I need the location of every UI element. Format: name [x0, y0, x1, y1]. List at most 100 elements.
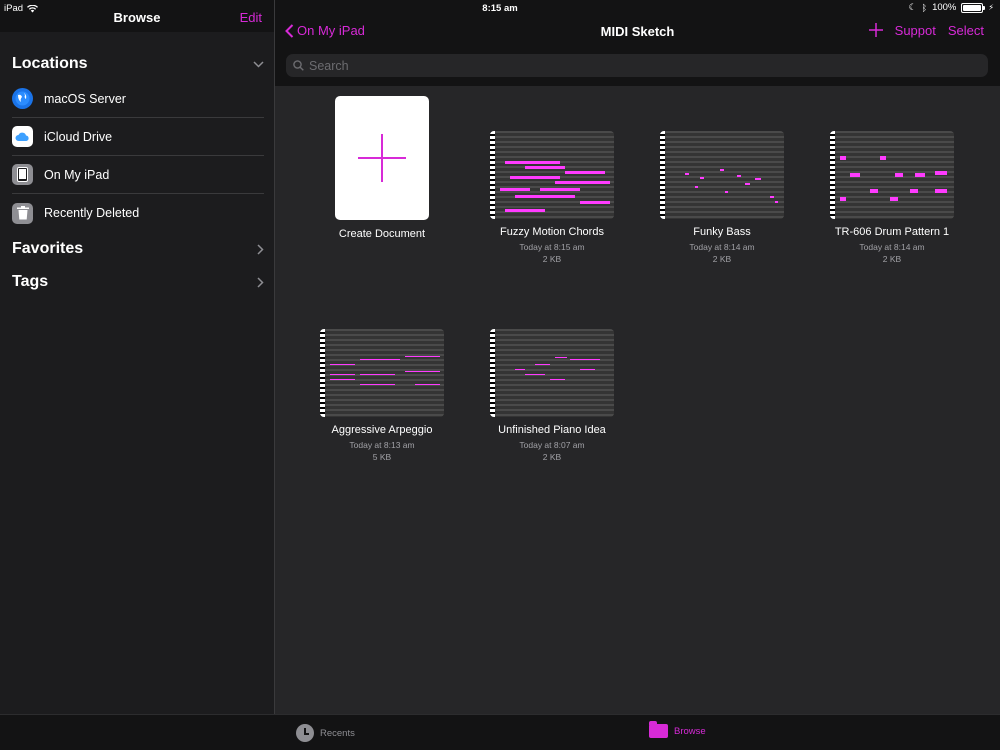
midi-note: [330, 374, 355, 375]
select-button[interactable]: Select: [948, 23, 984, 38]
midi-note: [935, 171, 947, 175]
clock-time: 8:15 am: [482, 3, 518, 14]
document-meta: Today at 8:15 am 2 KB: [477, 241, 627, 265]
midi-note: [590, 359, 600, 360]
midi-note: [555, 181, 610, 184]
document-size: 2 KB: [712, 254, 732, 264]
sidebar-item-label: iCloud Drive: [44, 129, 113, 144]
document-title: Unfinished Piano Idea: [498, 424, 606, 436]
midi-note: [840, 156, 846, 160]
document-title: TR-606 Drum Pattern 1: [834, 226, 950, 238]
moon-icon: ☾: [908, 2, 917, 12]
tab-bar: Recents Browse: [0, 714, 1000, 750]
document-date: Today at 8:14 am: [689, 242, 755, 252]
midi-note: [737, 175, 741, 177]
document-date: Today at 8:13 am: [349, 440, 415, 450]
midi-note: [405, 371, 440, 372]
sidebar-item-label: macOS Server: [44, 91, 126, 106]
midi-note: [360, 359, 400, 360]
midi-note: [895, 173, 903, 177]
midi-note: [700, 177, 704, 179]
midi-note: [505, 161, 560, 164]
document-title: Create Document: [338, 228, 426, 240]
midi-note: [720, 169, 724, 171]
plus-icon: [335, 96, 429, 220]
midi-note: [500, 188, 530, 191]
midi-note: [515, 195, 575, 198]
midi-note: [745, 183, 750, 185]
charging-icon: ⚡: [988, 3, 994, 12]
search-bar[interactable]: [286, 54, 988, 77]
document-meta: Today at 8:07 am 2 KB: [477, 439, 627, 463]
document-meta: Today at 8:13 am 5 KB: [307, 439, 457, 463]
midi-thumbnail: [490, 329, 614, 417]
search-input[interactable]: [309, 58, 959, 73]
locations-label: Locations: [12, 55, 88, 72]
tab-browse[interactable]: Browse: [649, 721, 706, 738]
document-tile[interactable]: Funky Bass Today at 8:14 am 2 KB: [647, 131, 797, 265]
sidebar-item-label: On My iPad: [44, 167, 110, 182]
midi-note: [515, 369, 525, 370]
tab-label: Browse: [674, 725, 706, 737]
sidebar: Browse Edit Locations macOS Server iClou…: [0, 0, 274, 714]
tab-label: Recents: [320, 727, 355, 739]
clock-icon: [296, 724, 314, 742]
midi-note: [550, 379, 565, 380]
midi-note: [555, 357, 567, 358]
bluetooth-icon: ᛒ: [921, 2, 928, 13]
midi-note: [360, 374, 395, 375]
document-tile[interactable]: Aggressive Arpeggio Today at 8:13 am 5 K…: [307, 329, 457, 463]
locations-header[interactable]: Locations: [12, 55, 264, 73]
document-tile[interactable]: Unfinished Piano Idea Today at 8:07 am 2…: [477, 329, 627, 463]
favorites-label: Favorites: [12, 240, 84, 257]
midi-note: [540, 188, 580, 191]
midi-note: [535, 364, 550, 365]
support-button[interactable]: Suppot: [895, 23, 936, 38]
sidebar-item-label: Recently Deleted: [44, 206, 140, 220]
midi-note: [880, 156, 886, 160]
midi-note: [415, 384, 440, 385]
midi-thumbnail: [830, 131, 954, 219]
midi-note: [525, 166, 565, 169]
document-size: 5 KB: [372, 452, 392, 462]
sidebar-item-on-my-ipad[interactable]: On My iPad: [12, 156, 264, 194]
status-bar: iPad 8:15 am ☾ ᛒ 100% ⚡: [0, 0, 1000, 16]
midi-note: [580, 369, 595, 370]
add-button[interactable]: [868, 22, 883, 38]
midi-note: [525, 374, 545, 375]
document-tile[interactable]: Fuzzy Motion Chords Today at 8:15 am 2 K…: [477, 131, 627, 265]
midi-note: [850, 173, 860, 177]
document-title: Funky Bass: [693, 226, 751, 238]
document-meta: Today at 8:14 am 2 KB: [817, 241, 967, 265]
midi-note: [755, 178, 761, 180]
battery-percent: 100%: [932, 2, 957, 13]
midi-note: [775, 201, 778, 203]
document-title: Fuzzy Motion Chords: [500, 226, 604, 238]
midi-note: [695, 186, 698, 188]
folder-icon: [649, 721, 668, 738]
create-document-tile[interactable]: Create Document: [307, 96, 457, 240]
midi-thumbnail: [660, 131, 784, 219]
tags-header[interactable]: Tags: [12, 273, 264, 291]
document-size: 2 KB: [542, 254, 562, 264]
battery-icon: [961, 2, 986, 13]
midi-note: [910, 189, 918, 193]
midi-note: [870, 189, 878, 193]
midi-thumbnail: [320, 329, 444, 417]
sidebar-item-recently-deleted[interactable]: Recently Deleted: [12, 194, 264, 232]
midi-note: [890, 197, 898, 201]
midi-note: [360, 384, 395, 385]
trash-icon: [12, 202, 33, 224]
midi-note: [915, 173, 925, 177]
document-tile[interactable]: TR-606 Drum Pattern 1 Today at 8:14 am 2…: [817, 131, 967, 265]
tab-recents[interactable]: Recents: [296, 724, 355, 742]
sidebar-item-icloud-drive[interactable]: iCloud Drive: [12, 118, 264, 156]
main-pane: On My iPad MIDI Sketch Suppot Select Cre…: [275, 0, 1000, 714]
favorites-header[interactable]: Favorites: [12, 240, 264, 258]
chevron-right-icon: [257, 243, 264, 255]
midi-note: [840, 197, 846, 201]
sidebar-item-macos-server[interactable]: macOS Server: [12, 80, 264, 118]
midi-note: [935, 189, 947, 193]
document-meta: Today at 8:14 am 2 KB: [647, 241, 797, 265]
ipad-icon: [12, 164, 33, 185]
